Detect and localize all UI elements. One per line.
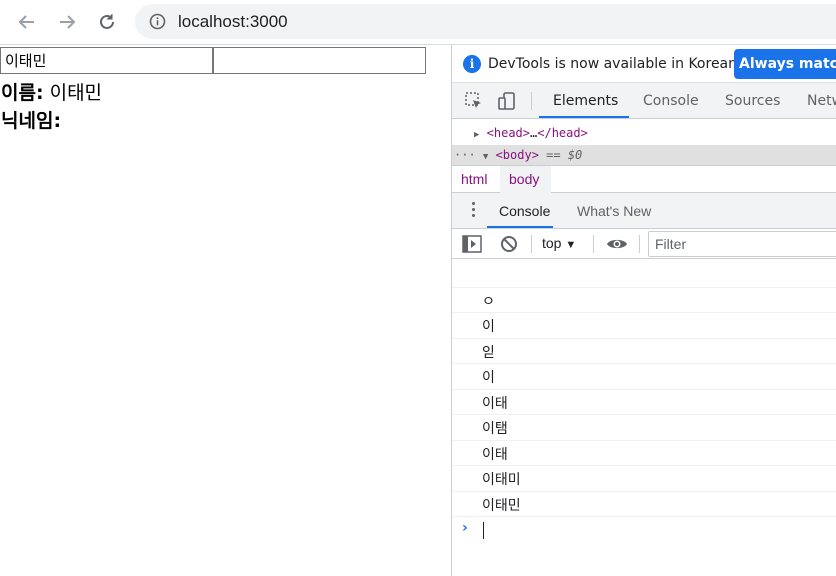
name-input[interactable] [0,47,213,74]
head-open-tag: <head> [486,126,531,140]
arrow-right-icon [60,15,76,29]
nickname-display: 닉네임: [1,106,61,133]
nickname-label: 닉네임: [1,110,62,132]
device-toolbar-icon[interactable] [497,91,517,111]
active-tab-indicator [539,116,629,118]
log-text: 이태 [482,447,508,463]
tab-sources[interactable]: Sources [725,93,780,109]
log-text: 이 [482,319,495,335]
toolbar-separator [593,235,594,253]
log-row: 이 [452,312,836,337]
breadcrumb: html body [452,165,836,193]
breadcrumb-html[interactable]: html [461,171,487,187]
tab-network[interactable]: Netw [807,93,836,109]
eye-icon[interactable] [606,235,628,253]
log-row: 이태민 [452,491,836,516]
selected-node-marker: == $0 [538,148,583,162]
log-text: 이 [482,370,495,386]
tab-elements[interactable]: Elements [553,93,618,109]
console-filter-input[interactable]: Filter [648,231,836,257]
text-caret [483,522,484,539]
log-row: ㅇ [452,287,836,312]
site-info-icon[interactable] [149,13,166,30]
url-text: localhost:3000 [178,12,288,31]
active-drawer-tab-indicator [487,226,553,228]
dom-node-body[interactable]: ··· ▼ <body> == $0 [452,145,836,165]
name-display: 이름: 이태민 [1,78,102,105]
info-icon: i [463,55,481,73]
more-icon[interactable]: ··· [454,148,476,162]
toolbar-separator [531,235,532,253]
forward-button[interactable] [52,7,82,37]
tab-separator [531,92,532,110]
toolbar-separator [639,235,640,253]
name-value: 이태민 [43,82,103,104]
back-button[interactable] [12,7,42,37]
filter-placeholder: Filter [655,236,687,252]
expand-triangle-icon[interactable]: ▶ [474,130,479,140]
tab-console[interactable]: Console [643,93,699,109]
log-text: 이태미 [482,472,521,488]
log-row: 이태 [452,440,836,465]
reload-button[interactable] [92,7,122,37]
head-close-tag: </head> [537,126,588,140]
infobar-message: DevTools is now available in Korean! [488,56,743,72]
log-row: 이태미 [452,465,836,490]
browser-toolbar: localhost:3000 [0,0,836,44]
log-text: 이태 [482,396,508,412]
name-label: 이름: [1,82,44,104]
log-row: 읻 [452,338,836,363]
drawer-menu-icon[interactable] [472,202,476,220]
collapse-triangle-icon[interactable]: ▼ [483,152,488,162]
page-content: 이름: 이태민 닉네임: [0,45,451,576]
drawer-tab-console[interactable]: Console [499,203,550,219]
reload-icon [100,14,114,29]
arrow-left-icon [18,15,34,29]
log-text: ㅇ [482,294,495,310]
dom-node-head[interactable]: ▶ <head>…</head> [452,123,836,143]
devtools-panel: i DevTools is now available in Korean! A… [451,45,836,576]
body-open-tag: <body> [495,148,539,162]
drawer-tab-whats-new[interactable]: What's New [577,203,651,219]
log-row: 이 [452,363,836,388]
log-row: 이태 [452,389,836,414]
clear-console-icon[interactable] [500,235,518,253]
console-prompt-row[interactable]: › [452,516,836,541]
inspect-element-icon[interactable] [464,91,484,111]
always-match-button[interactable]: Always match [734,49,836,79]
console-toolbar: top ▼ Filter [452,229,836,259]
console-log: ㅇ 이 읻 이 이태 이탬 이태 이태미 이태민 › [452,260,836,576]
prompt-chevron-icon: › [462,520,468,536]
dropdown-caret-icon: ▼ [565,239,577,251]
devtools-infobar: i DevTools is now available in Korean! A… [452,45,836,83]
log-text: 이태민 [482,498,521,514]
sidebar-toggle-icon[interactable] [462,235,482,253]
log-text: 읻 [482,345,495,361]
context-value: top [542,235,562,251]
drawer-tabbar: Console What's New [452,193,836,229]
devtools-tabbar: Elements Console Sources Netw [452,83,836,119]
log-text: 이탬 [482,421,508,437]
address-bar[interactable]: localhost:3000 [135,4,836,39]
breadcrumb-body[interactable]: body [509,171,539,187]
nickname-input[interactable] [213,47,426,74]
log-row: 이탬 [452,414,836,439]
context-selector[interactable]: top ▼ [542,235,576,251]
